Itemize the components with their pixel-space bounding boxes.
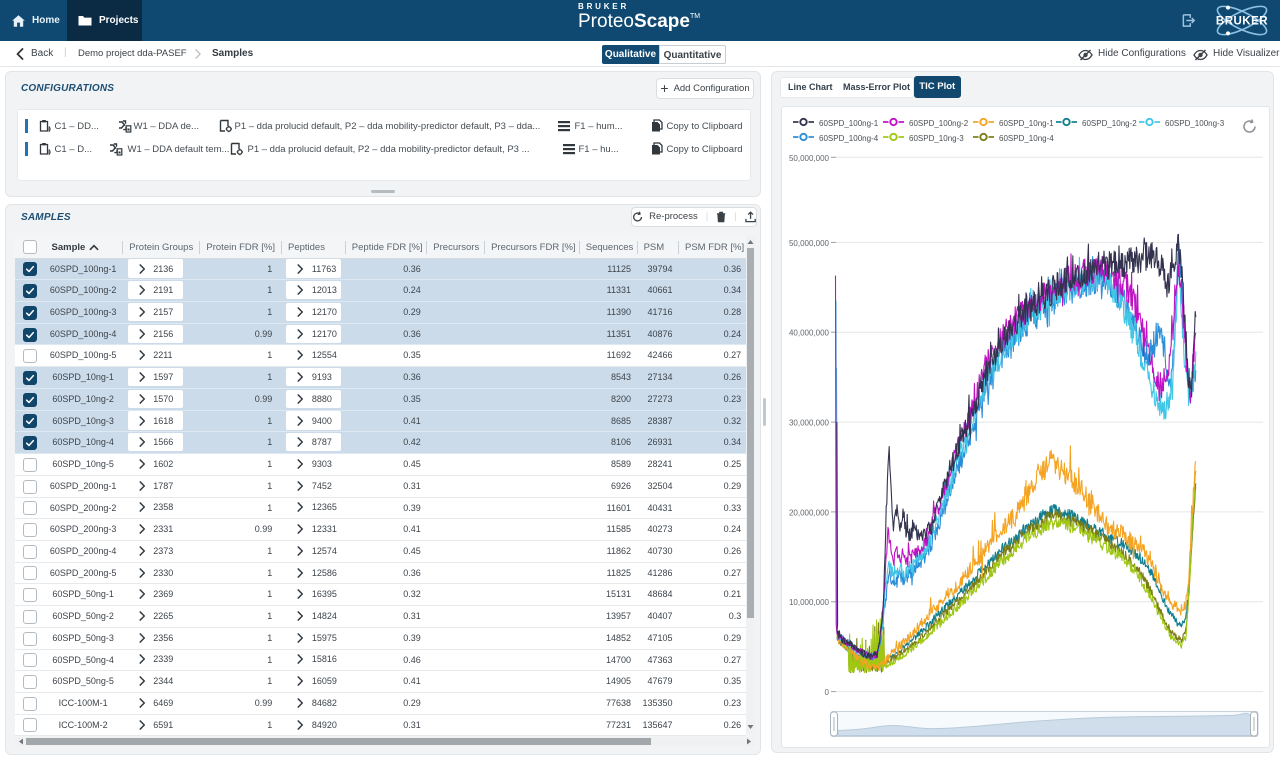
svg-text:0: 0 bbox=[825, 688, 830, 697]
svg-text:40,000,000: 40,000,000 bbox=[789, 329, 830, 338]
svg-text:30,000,000: 30,000,000 bbox=[789, 419, 830, 428]
svg-text:50,000,000: 50,000,000 bbox=[789, 239, 830, 248]
svg-text:20,000,000: 20,000,000 bbox=[789, 508, 830, 517]
svg-text:BRUKER: BRUKER bbox=[1216, 16, 1268, 28]
svg-text:50,000,000: 50,000,000 bbox=[789, 154, 830, 163]
svg-text:10,000,000: 10,000,000 bbox=[789, 598, 830, 607]
